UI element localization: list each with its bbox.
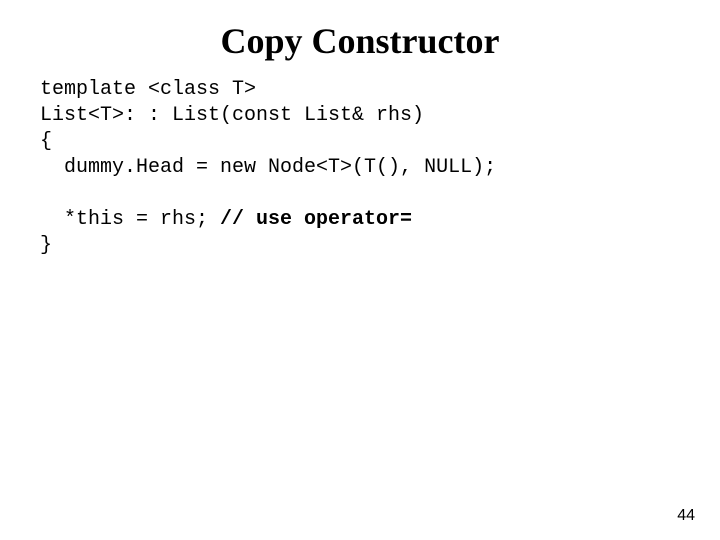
code-line-6a: *this = rhs;: [40, 208, 220, 231]
code-block: template <class T> List<T>: : List(const…: [0, 77, 720, 259]
slide-title: Copy Constructor: [0, 0, 720, 77]
code-line-7: }: [40, 234, 52, 257]
code-line-4: dummy.Head = new Node<T>(T(), NULL);: [40, 156, 496, 179]
page-number: 44: [677, 507, 695, 525]
code-line-6b-comment: // use operator=: [220, 208, 412, 231]
code-line-3: {: [40, 130, 52, 153]
code-line-2: List<T>: : List(const List& rhs): [40, 104, 424, 127]
code-line-1: template <class T>: [40, 78, 256, 101]
